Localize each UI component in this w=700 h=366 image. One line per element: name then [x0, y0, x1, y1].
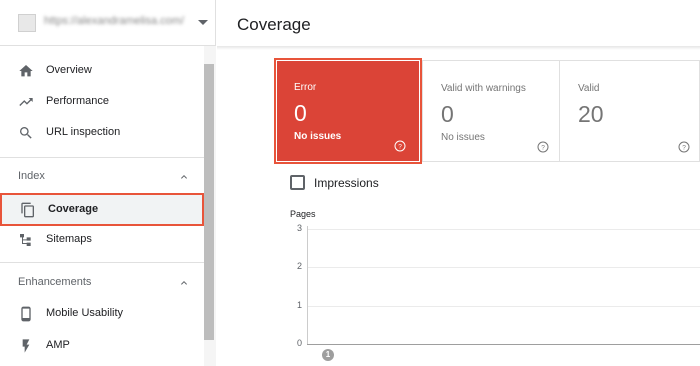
section-header-index[interactable]: Index: [0, 164, 204, 190]
gridline: [307, 229, 700, 230]
section-title: Enhancements: [18, 276, 92, 288]
error-card[interactable]: Error 0 No issues ?: [274, 58, 422, 164]
sidebar-item-performance[interactable]: Performance: [0, 88, 204, 116]
header-shadow: [217, 46, 700, 50]
y-tick-label: 1: [297, 299, 303, 310]
property-url: https://alexandramelisa.com/: [44, 15, 185, 27]
card-label: Valid with warnings: [441, 83, 526, 94]
sidebar: https://alexandramelisa.com/ Overview Pe…: [0, 0, 216, 366]
scrollbar-thumb[interactable]: [204, 64, 214, 340]
chevron-up-icon: [181, 175, 187, 179]
sidebar-item-amp[interactable]: AMP: [0, 332, 204, 360]
card-subtitle: No issues: [294, 131, 342, 142]
copy-pages-icon: [21, 202, 34, 218]
sidebar-item-overview[interactable]: Overview: [0, 57, 204, 85]
gridline: [307, 267, 700, 269]
card-value: 0: [441, 101, 454, 127]
help-icon[interactable]: ?: [537, 141, 549, 153]
x-axis-baseline: [307, 344, 700, 345]
search-icon: [20, 127, 32, 139]
valid-with-warnings-card[interactable]: Valid with warnings 0 No issues ?: [422, 60, 560, 162]
help-icon[interactable]: ?: [394, 140, 406, 152]
bolt-icon: [22, 339, 30, 353]
divider: [0, 262, 216, 263]
card-subtitle: No issues: [441, 132, 485, 143]
sidebar-item-mobile-usability[interactable]: Mobile Usability: [0, 300, 204, 328]
svg-text:?: ?: [398, 144, 402, 151]
y-axis-title: Pages: [290, 209, 316, 219]
sidebar-item-label: AMP: [46, 339, 70, 351]
sidebar-item-label: Mobile Usability: [46, 307, 124, 319]
valid-card[interactable]: Valid 20 ?: [559, 60, 700, 162]
y-tick-label: 3: [297, 223, 303, 233]
sidebar-item-label: Overview: [46, 64, 92, 76]
trending-up-icon: [19, 98, 33, 106]
card-label: Error: [294, 82, 317, 93]
divider: [0, 157, 216, 158]
dropdown-caret-icon[interactable]: [198, 20, 208, 25]
svg-text:?: ?: [682, 145, 686, 152]
section-header-enhancements[interactable]: Enhancements: [0, 270, 204, 296]
home-icon: [19, 65, 33, 77]
chevron-up-icon: [181, 281, 187, 285]
section-title: Index: [18, 170, 45, 182]
property-favicon-icon: [18, 14, 36, 32]
card-value: 20: [578, 101, 604, 127]
impressions-checkbox[interactable]: [290, 175, 305, 190]
y-tick-label: 0: [297, 338, 303, 348]
card-label: Valid: [578, 83, 600, 94]
impressions-label[interactable]: Impressions: [314, 176, 379, 190]
property-selector[interactable]: https://alexandramelisa.com/: [0, 0, 216, 46]
annotation-marker[interactable]: 1: [322, 349, 334, 361]
phone-icon: [21, 306, 31, 322]
main-content: Coverage Error 0 No issues ? Valid with …: [217, 0, 700, 366]
sitemap-icon: [20, 234, 31, 246]
card-value: 0: [294, 100, 307, 126]
sidebar-item-label: Sitemaps: [46, 233, 92, 245]
sidebar-item-sitemaps[interactable]: Sitemaps: [0, 226, 204, 254]
page-title: Coverage: [237, 15, 311, 34]
y-axis-line: [307, 226, 308, 345]
help-icon[interactable]: ?: [678, 141, 690, 153]
gridline: [307, 305, 700, 307]
sidebar-item-label: Coverage: [48, 203, 99, 215]
sidebar-item-label: URL inspection: [46, 126, 121, 138]
sidebar-item-coverage[interactable]: Coverage: [0, 193, 204, 226]
sidebar-item-label: Performance: [46, 95, 109, 107]
sidebar-item-url-inspection[interactable]: URL inspection: [0, 119, 204, 147]
y-tick-label: 2: [297, 261, 303, 272]
svg-text:?: ?: [541, 145, 545, 152]
